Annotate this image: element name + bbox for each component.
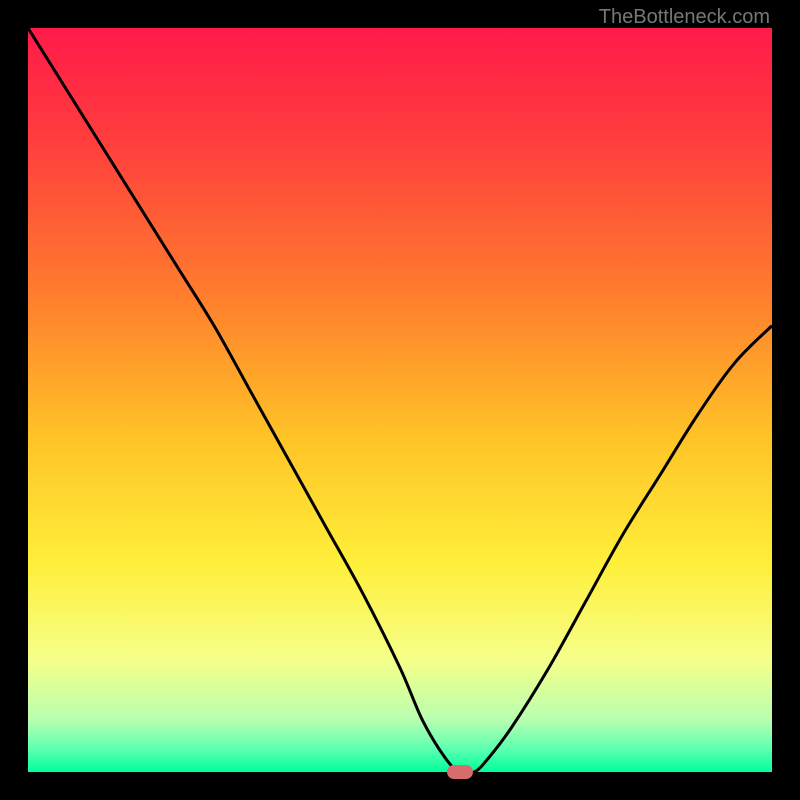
optimal-point-marker [447,765,473,778]
plot-area [28,28,772,772]
chart-container: TheBottleneck.com [0,0,800,800]
bottleneck-curve [28,28,772,772]
watermark-text: TheBottleneck.com [599,6,770,29]
curve-layer [28,28,772,772]
